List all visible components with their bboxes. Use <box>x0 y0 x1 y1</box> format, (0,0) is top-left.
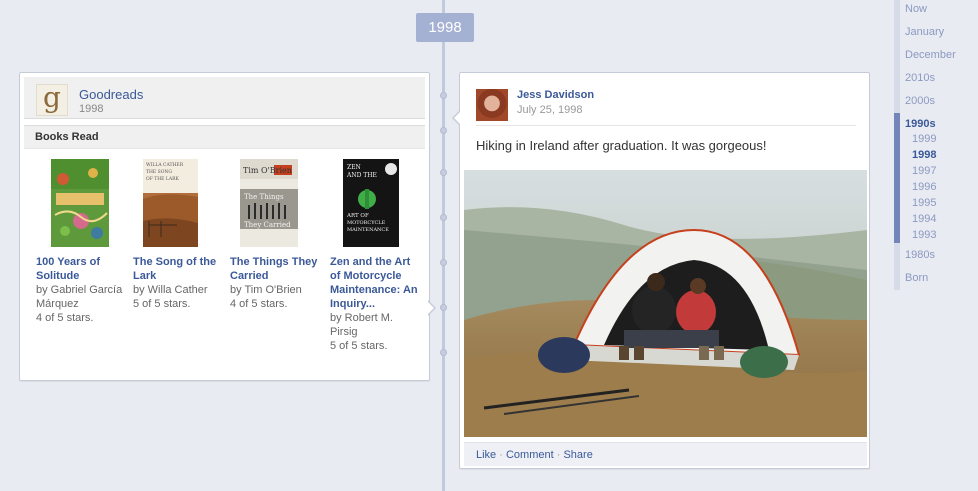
book-item: Tim O'Brien The Things They Carried The … <box>230 159 318 311</box>
cover-text: ART OF <box>346 213 369 219</box>
book-title-link[interactable]: The Things They Carried <box>230 255 318 283</box>
cover-text: MAINTENANCE <box>347 227 389 233</box>
post-actions: Like · Comment · Share <box>464 442 867 466</box>
divider <box>476 125 856 126</box>
timeline-dot <box>440 349 447 356</box>
book-author: by Gabriel García Márquez <box>36 284 123 310</box>
year-nav-january[interactable]: January <box>894 24 978 40</box>
book-author: by Tim O'Brien <box>230 284 302 296</box>
share-link[interactable]: Share <box>563 449 592 461</box>
cover-text: AND THE <box>346 172 377 179</box>
cover-text: ZEN <box>347 164 361 171</box>
cover-text: Tim O'Brien <box>243 166 292 175</box>
like-link[interactable]: Like <box>476 449 496 461</box>
year-nav-1997[interactable]: 1997 <box>894 163 978 179</box>
book-item: ZEN AND THE ART OF MOTORCYCLE MAINTENANC… <box>330 159 418 353</box>
cover-text: MOTORCYCLE <box>347 220 386 226</box>
goodreads-logo[interactable]: g <box>36 84 68 116</box>
year-nav-2010s[interactable]: 2010s <box>894 70 978 86</box>
cover-text: THE SONG <box>146 169 172 175</box>
timeline-dot <box>440 127 447 134</box>
app-header: g Goodreads 1998 <box>24 77 425 119</box>
year-nav-1993[interactable]: 1993 <box>894 227 978 243</box>
book-cover[interactable]: Tim O'Brien The Things They Carried <box>240 159 298 247</box>
post-text: Hiking in Ireland after graduation. It w… <box>476 138 767 153</box>
cover-text: OF THE LARK <box>146 176 180 182</box>
book-title-link[interactable]: Zen and the Art of Motorcycle Maintenanc… <box>330 255 418 311</box>
app-year: 1998 <box>79 103 104 115</box>
app-name-link[interactable]: Goodreads <box>79 87 143 102</box>
book-rating: 5 of 5 stars. <box>133 298 191 310</box>
cover-text: They Carried <box>244 221 291 229</box>
book-author: by Robert M. Pirsig <box>330 312 393 338</box>
book-rating: 4 of 5 stars. <box>36 312 94 324</box>
timeline-dot <box>440 169 447 176</box>
comment-link[interactable]: Comment <box>506 449 554 461</box>
timeline-dot <box>440 92 447 99</box>
book-cover[interactable]: WILLA CATHER THE SONG OF THE LARK <box>143 159 198 247</box>
card-pointer <box>427 300 436 316</box>
avatar[interactable] <box>476 89 508 121</box>
book-title-link[interactable]: The Song of the Lark <box>133 255 221 283</box>
timeline-dot <box>440 214 447 221</box>
book-cover[interactable]: ZEN AND THE ART OF MOTORCYCLE MAINTENANC… <box>343 159 399 247</box>
post-photo[interactable] <box>464 170 867 437</box>
book-author: by Willa Cather <box>133 284 208 296</box>
book-item: WILLA CATHER THE SONG OF THE LARK The So… <box>133 159 221 311</box>
timeline-dot <box>440 259 447 266</box>
year-nav-december[interactable]: December <box>894 47 978 63</box>
year-nav-2000s[interactable]: 2000s <box>894 93 978 109</box>
action-separator: · <box>499 449 503 461</box>
book-cover[interactable] <box>51 159 109 247</box>
card-pointer <box>452 110 461 126</box>
year-nav-born[interactable]: Born <box>894 270 978 286</box>
goodreads-card: g Goodreads 1998 Books Read 100 Years of… <box>19 72 430 381</box>
book-title-link[interactable]: 100 Years of Solitude <box>36 255 124 283</box>
year-nav-1990s[interactable]: 1990s <box>894 116 978 132</box>
timeline-spine <box>442 0 445 491</box>
post-card: Jess Davidson July 25, 1998 Hiking in Ir… <box>459 72 870 469</box>
year-nav-1996[interactable]: 1996 <box>894 179 978 195</box>
year-marker[interactable]: 1998 <box>416 13 474 42</box>
book-rating: 4 of 5 stars. <box>230 298 288 310</box>
post-date[interactable]: July 25, 1998 <box>517 104 582 116</box>
cover-text: The Things <box>244 193 284 201</box>
cover-text: WILLA CATHER <box>146 162 184 168</box>
poster-name-link[interactable]: Jess Davidson <box>517 89 594 101</box>
year-nav-1980s[interactable]: 1980s <box>894 247 978 263</box>
timeline-dot <box>440 304 447 311</box>
section-title: Books Read <box>24 125 425 149</box>
year-nav-now[interactable]: Now <box>894 1 978 17</box>
action-separator: · <box>556 449 561 461</box>
year-nav-1995[interactable]: 1995 <box>894 195 978 211</box>
book-rating: 5 of 5 stars. <box>330 340 388 352</box>
year-nav-1999[interactable]: 1999 <box>894 131 978 147</box>
year-nav-1998[interactable]: 1998 <box>894 147 978 163</box>
year-nav-1994[interactable]: 1994 <box>894 211 978 227</box>
book-item: 100 Years of Solitude by Gabriel García … <box>36 159 124 325</box>
